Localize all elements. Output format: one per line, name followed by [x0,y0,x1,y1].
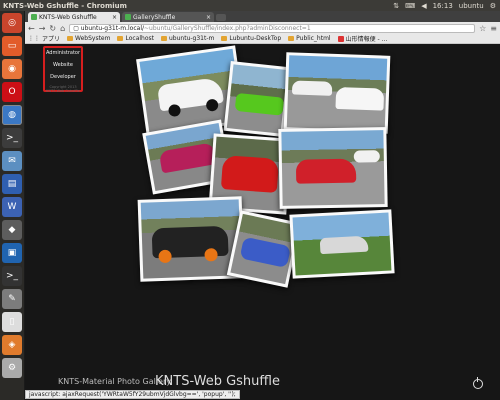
browser-toolbar: ← → ↻ ⌂ ▢ ubuntu-g31t-m.local/ ~ubuntu/G… [25,22,500,34]
photo-white-porsches [286,55,388,131]
launcher: ◎ ▭ ◉ O ◍ >_ ✉ ▤ W ◆ ▣ >_ ✎ ▯ ◈ ⚙ [0,11,25,400]
url-path: ~ubuntu/GalleryShuffle/index.php?adminDi… [144,24,311,32]
photo-silver-lamborghini [292,212,392,276]
menu-icon[interactable]: ≡ [490,24,497,33]
close-icon[interactable]: × [112,14,117,21]
admin-menu: Administrator Website Developer Copyrigh… [43,46,83,93]
tab-label: KNTS-Web Gshuffle [39,13,97,21]
url-host: ubuntu-g31t-m.local/ [80,24,145,32]
favicon-icon [337,35,344,42]
user-menu[interactable]: ubuntu [459,2,484,10]
bookmarks-bar: ⋮⋮ アプリ WebSystem Localhost ubuntu-g31t-m … [25,34,500,44]
software-center-icon[interactable]: ◈ [2,335,22,355]
copyright-text: Copyright 2013 KNTS-Web Gshuffle [46,85,80,93]
folder-icon [67,36,74,41]
folder-icon [161,36,167,41]
page-icon: ▢ [73,24,81,32]
thunderbird-icon[interactable]: ✉ [2,151,22,171]
site-brand[interactable]: KNTS-Web Gshuffle [155,374,280,389]
document-viewer-icon[interactable]: ▤ [2,174,22,194]
system-settings-icon[interactable]: ⚙ [2,358,22,378]
gallery-photo[interactable] [283,52,391,134]
tab-galleryshuffle[interactable]: GalleryShuffle × [122,12,214,22]
forward-icon[interactable]: → [39,24,46,33]
terminal-icon[interactable]: >_ [2,128,22,148]
photo-red-911-turbo [281,130,385,206]
reload-icon[interactable]: ↻ [49,24,56,33]
gear-icon[interactable]: ⚙ [490,2,496,10]
bookmark-lubuntu-desktop[interactable]: Lubuntu-DeskTop [221,35,281,42]
tab-label: GalleryShuffle [133,13,176,21]
tab-knts-web-gshuffle[interactable]: KNTS-Web Gshuffle × [28,12,120,22]
gallery-photo[interactable] [223,61,291,137]
top-panel: KNTS-Web Gshuffle - Chromium ⇅ ⌨ ◀ 16:13… [0,0,500,11]
status-bar: javascript: ajaxRequest('YWRtaW5fY29ubmV… [25,390,240,399]
favicon-icon [125,14,131,20]
home-icon[interactable]: ⌂ [60,24,65,33]
app-icon[interactable]: ◆ [2,220,22,240]
terminal-icon[interactable]: >_ [2,266,22,286]
tab-strip: KNTS-Web Gshuffle × GalleryShuffle × [25,11,500,22]
power-icon[interactable] [473,377,483,389]
folder-icon [221,36,228,41]
text-editor-icon[interactable]: ✎ [2,289,22,309]
photo-green-lamborghini [226,64,288,134]
close-icon[interactable]: × [206,14,211,21]
network-icon[interactable]: ⇅ [393,2,399,10]
menu-item-administrator[interactable]: Administrator [46,49,80,57]
back-icon[interactable]: ← [28,24,35,33]
star-icon[interactable]: ☆ [479,24,486,33]
chromium-icon[interactable]: ◍ [2,105,22,125]
window-title: KNTS-Web Gshuffle - Chromium [3,1,127,10]
libreoffice-writer-icon[interactable]: W [2,197,22,217]
address-bar[interactable]: ▢ ubuntu-g31t-m.local/ ~ubuntu/GallerySh… [69,23,476,33]
ubuntu-dash-icon[interactable]: ◎ [2,13,22,33]
firefox-icon[interactable]: ◉ [2,59,22,79]
keyboard-icon[interactable]: ⌨ [405,2,415,10]
folder-icon [117,36,124,41]
gallery-photo[interactable] [278,127,388,209]
files-icon[interactable]: ▭ [2,36,22,56]
favicon-icon [31,14,37,20]
menu-item-website[interactable]: Website [53,61,73,69]
document-icon[interactable]: ▯ [2,312,22,332]
photo-blue-car [230,213,298,285]
opera-icon[interactable]: O [2,82,22,102]
apps-grid-icon: ⋮⋮ [28,35,40,42]
system-tray: ⇅ ⌨ ◀ 16:13 ubuntu ⚙ [393,2,500,10]
folder-icon [288,36,295,41]
bookmark-apps[interactable]: ⋮⋮ アプリ [28,34,60,43]
volume-icon[interactable]: ◀ [421,2,426,10]
virtualbox-icon[interactable]: ▣ [2,243,22,263]
bookmark-localhost[interactable]: Localhost [117,35,154,42]
bookmark-ubuntu-g31t-m[interactable]: ubuntu-g31t-m [161,35,214,42]
gallery-page: Administrator Website Developer Copyrigh… [25,44,500,400]
clock[interactable]: 16:13 [433,2,453,10]
gallery-photo[interactable] [289,209,395,279]
bookmark-yamagata[interactable]: 山形情報便 - ... [337,34,387,43]
new-tab-button[interactable] [216,14,226,21]
menu-item-developer[interactable]: Developer [50,73,76,81]
bookmark-public-html[interactable]: Public_html [288,35,331,42]
photo-black-gt3 [140,199,242,279]
bookmark-websystem[interactable]: WebSystem [67,35,110,42]
